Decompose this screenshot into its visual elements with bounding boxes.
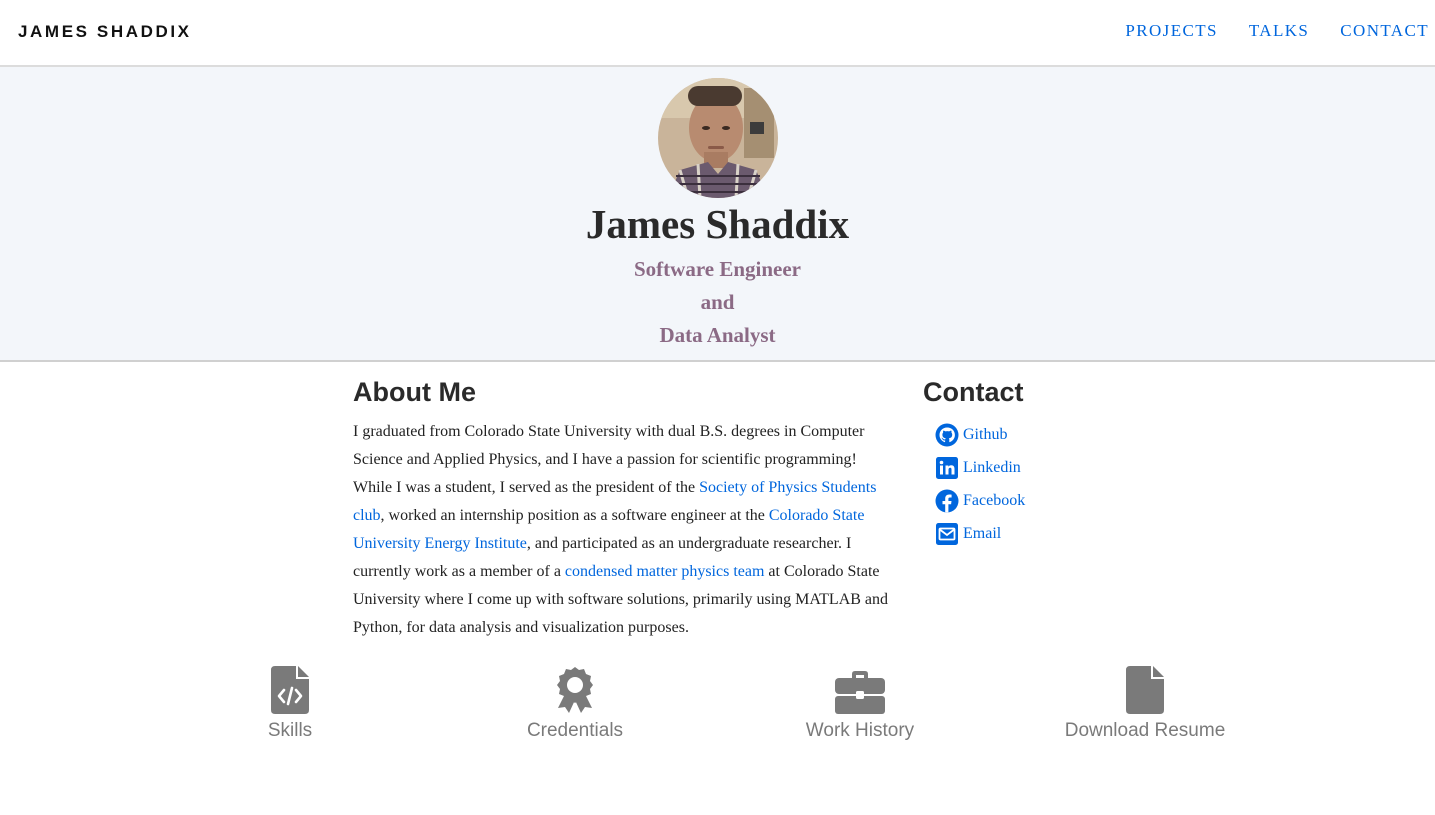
about-text-2: , worked an internship position as a sof… <box>380 507 769 524</box>
contact-email[interactable]: Email <box>923 517 1123 550</box>
hero-name: James Shaddix <box>585 201 850 247</box>
credentials-tile[interactable]: Credentials <box>465 662 685 742</box>
contact-section: Contact Github Linkedin Facebook Email <box>923 377 1123 550</box>
work-history-tile[interactable]: Work History <box>750 662 970 742</box>
contact-facebook-label: Facebook <box>963 491 1026 509</box>
contact-email-label: Email <box>963 524 1002 542</box>
contact-title: Contact <box>923 377 1024 407</box>
site-brand[interactable]: JAMES SHADDIX <box>18 22 192 42</box>
contact-github[interactable]: Github <box>923 418 1123 451</box>
download-resume-tile[interactable]: Download Resume <box>1035 662 1255 742</box>
contact-linkedin[interactable]: Linkedin <box>923 451 1123 484</box>
award-icon <box>465 662 685 714</box>
physics-team-link[interactable]: condensed matter physics team <box>565 563 765 580</box>
linkedin-icon <box>935 456 959 480</box>
file-icon <box>1035 662 1255 714</box>
hero-section: James Shaddix Software Engineer and Data… <box>0 67 1435 362</box>
contact-facebook[interactable]: Facebook <box>923 484 1123 517</box>
file-code-icon <box>180 662 400 714</box>
work-history-label: Work History <box>805 720 915 741</box>
contact-list: Github Linkedin Facebook Email <box>923 418 1123 550</box>
about-paragraph: I graduated from Colorado State Universi… <box>353 418 898 642</box>
skills-tile[interactable]: Skills <box>180 662 400 742</box>
facebook-icon <box>935 489 959 513</box>
contact-github-label: Github <box>963 425 1008 443</box>
about-title: About Me <box>353 377 476 407</box>
hero-subtitle-line-3: Data Analyst <box>659 323 776 347</box>
navbar: JAMES SHADDIX PROJECTS TALKS CONTACT <box>0 0 1435 67</box>
nav-link-contact[interactable]: CONTACT <box>1340 21 1429 41</box>
envelope-icon <box>935 522 959 546</box>
credentials-label: Credentials <box>526 720 624 741</box>
github-icon <box>935 423 959 447</box>
about-section: About Me I graduated from Colorado State… <box>353 377 898 642</box>
contact-linkedin-label: Linkedin <box>963 458 1021 476</box>
feature-tiles: Skills Credentials Work History Download… <box>0 662 1435 752</box>
nav-link-projects[interactable]: PROJECTS <box>1125 21 1217 41</box>
hero-subtitle-line-1: Software Engineer <box>633 257 801 281</box>
nav-link-talks[interactable]: TALKS <box>1249 21 1309 41</box>
download-resume-label: Download Resume <box>1064 720 1226 741</box>
nav-links: PROJECTS TALKS CONTACT <box>1125 21 1429 41</box>
hero-subtitle-line-2: and <box>700 290 735 314</box>
skills-label: Skills <box>267 720 313 741</box>
briefcase-icon <box>750 662 970 714</box>
avatar <box>658 78 778 198</box>
